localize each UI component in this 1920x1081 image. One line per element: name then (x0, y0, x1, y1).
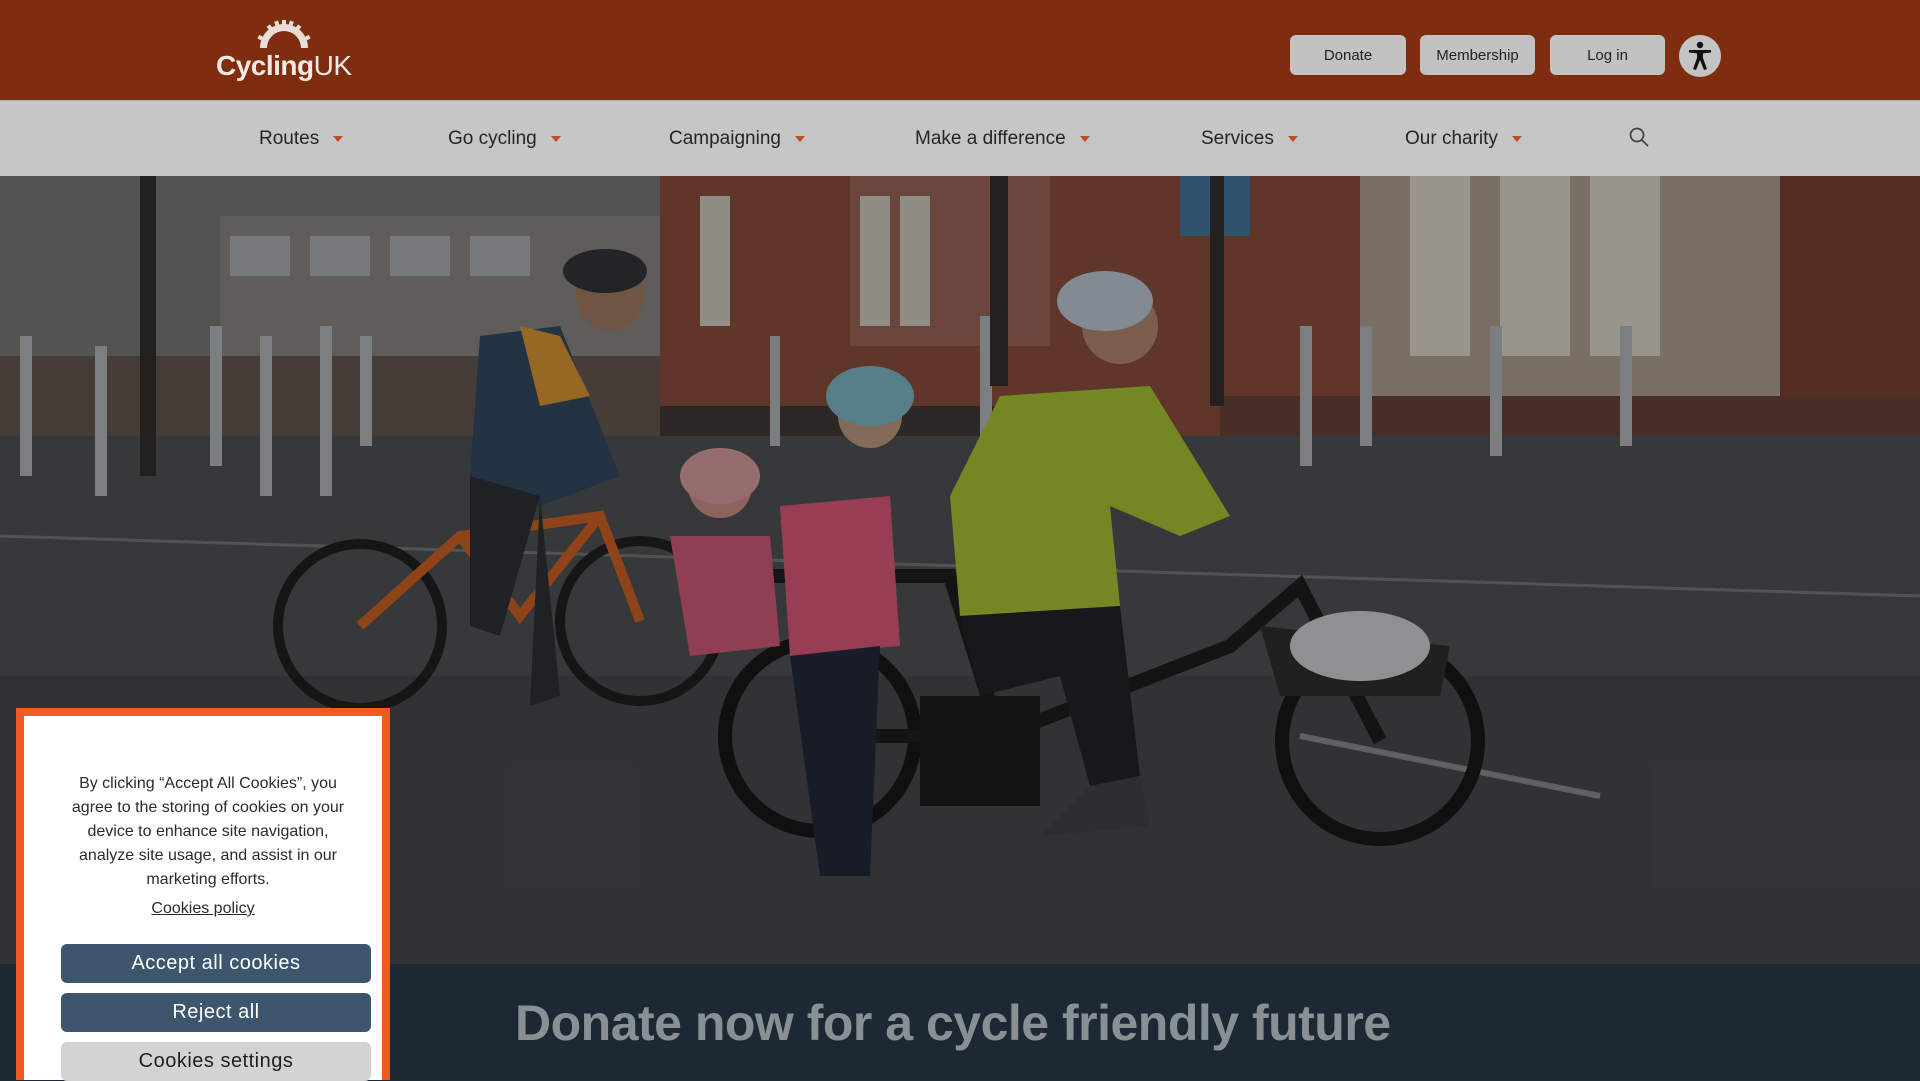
cycling-uk-logo[interactable]: CyclingUK (216, 20, 352, 84)
accessibility-button[interactable] (1679, 35, 1721, 77)
login-button[interactable]: Log in (1550, 35, 1665, 75)
search-button[interactable] (1628, 126, 1650, 148)
nav-item-routes[interactable]: Routes (259, 101, 344, 177)
chevron-down-icon (794, 136, 805, 142)
logo-wordmark: CyclingUK (216, 50, 352, 82)
logo-brand: Cycling (216, 50, 314, 81)
chevron-down-icon (1511, 136, 1522, 142)
chevron-down-icon (1287, 136, 1298, 142)
nav-item-label: Go cycling (448, 128, 537, 149)
donate-heading: Donate now for a cycle friendly future (515, 995, 1391, 1051)
nav-item-label: Our charity (1405, 128, 1498, 149)
nav-item-label: Services (1201, 128, 1274, 149)
nav-item-our-charity[interactable]: Our charity (1405, 101, 1522, 177)
nav-item-campaigning[interactable]: Campaigning (669, 101, 805, 177)
membership-button[interactable]: Membership (1420, 35, 1535, 75)
nav-item-make-a-difference[interactable]: Make a difference (915, 101, 1090, 177)
search-icon (1629, 127, 1649, 147)
cookies-policy-link[interactable]: Cookies policy (24, 900, 382, 918)
site-header: CyclingUK Donate Membership Log in (0, 0, 1920, 100)
logo-brand-suffix: UK (313, 50, 352, 81)
cookie-consent-text: By clicking “Accept All Cookies”, you ag… (71, 775, 345, 888)
reject-all-cookies-button[interactable]: Reject all (61, 993, 371, 1032)
nav-item-label: Make a difference (915, 128, 1066, 149)
chevron-down-icon (1079, 136, 1090, 142)
cookies-settings-button[interactable]: Cookies settings (61, 1042, 371, 1081)
accessibility-person-icon (1689, 41, 1711, 70)
nav-item-label: Campaigning (669, 128, 781, 149)
cog-icon (257, 20, 311, 48)
nav-item-services[interactable]: Services (1201, 101, 1298, 177)
chevron-down-icon (550, 136, 561, 142)
nav-item-label: Routes (259, 128, 320, 149)
chevron-down-icon (333, 136, 344, 142)
nav-item-go-cycling[interactable]: Go cycling (448, 101, 561, 177)
donate-button[interactable]: Donate (1290, 35, 1406, 75)
cookie-consent-banner: By clicking “Accept All Cookies”, you ag… (16, 708, 390, 1081)
accept-all-cookies-button[interactable]: Accept all cookies (61, 944, 371, 983)
